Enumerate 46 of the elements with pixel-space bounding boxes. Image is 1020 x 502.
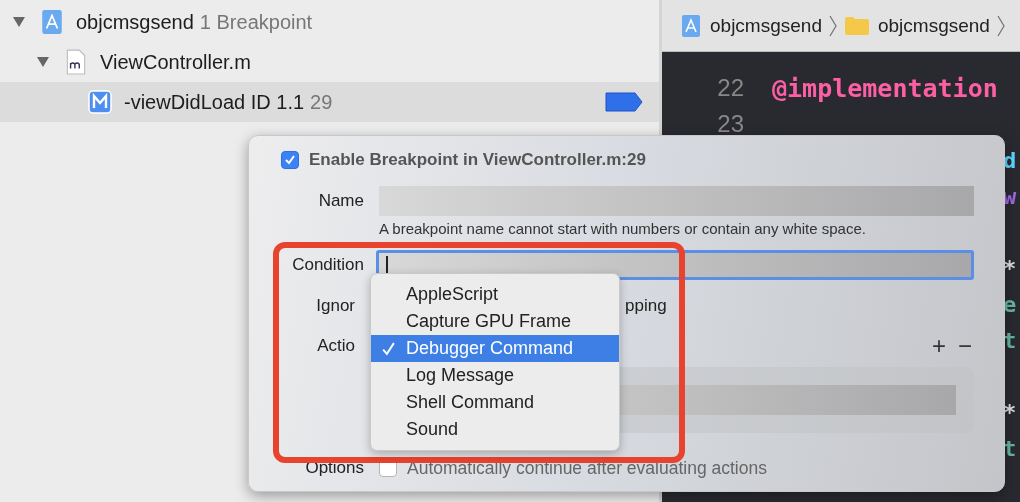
code-text: t xyxy=(1003,435,1017,461)
method-icon xyxy=(88,89,112,115)
ignore-text: pping xyxy=(625,296,667,316)
project-icon xyxy=(40,9,64,35)
field-label: Ignor xyxy=(315,296,356,316)
menu-item[interactable]: Capture GPU Frame xyxy=(371,308,619,335)
breadcrumb-item[interactable]: objcmsgsend xyxy=(877,14,990,37)
breakpoint-name: -viewDidLoad ID 1.1 xyxy=(124,90,305,114)
chevron-icon xyxy=(827,14,838,37)
line-number: 29 xyxy=(310,90,333,114)
field-label: Name xyxy=(317,191,365,211)
menu-item[interactable]: AppleScript xyxy=(371,281,619,308)
breakpoint-marker-icon[interactable] xyxy=(605,92,643,112)
condition-field[interactable] xyxy=(376,250,974,280)
code-text: * xyxy=(1003,255,1017,281)
menu-item[interactable]: Shell Command xyxy=(371,389,619,416)
code-text: @implementation xyxy=(772,73,998,103)
remove-button[interactable]: − xyxy=(956,332,974,360)
project-icon xyxy=(680,13,702,38)
enable-breakpoint-label: Enable Breakpoint in ViewController.m:29 xyxy=(309,150,646,170)
breakpoint-count: 1 Breakpoint xyxy=(199,10,313,34)
name-field[interactable] xyxy=(379,186,974,216)
breakpoint-row[interactable]: -viewDidLoad ID 1.1 29 xyxy=(0,82,659,122)
group-name: objcmsgsend xyxy=(76,10,194,34)
text-caret xyxy=(386,256,388,274)
menu-item[interactable]: Debugger Command xyxy=(371,335,619,362)
breadcrumb-item[interactable]: objcmsgsend xyxy=(710,14,822,37)
source-file-icon xyxy=(64,49,88,75)
hint-text: A breakpoint name cannot start with numbers or contain any white space. xyxy=(379,219,866,237)
field-label: Actio xyxy=(316,336,356,356)
menu-item[interactable]: Sound xyxy=(371,416,619,443)
code-text: t xyxy=(1003,327,1017,353)
checkbox-label: Automatically continue after evaluating actions xyxy=(407,457,767,479)
checkbox[interactable] xyxy=(281,151,299,169)
code-text: * xyxy=(1003,399,1017,425)
line-number: 23 xyxy=(716,110,744,138)
chevron-icon xyxy=(995,14,1006,37)
line-number: 22 xyxy=(716,74,744,102)
menu-item[interactable]: Log Message xyxy=(371,362,619,389)
checkmark-icon xyxy=(284,154,296,166)
field-label: Condition xyxy=(291,255,365,275)
group-name: ViewController.m xyxy=(100,50,251,74)
disclosure-triangle-icon[interactable] xyxy=(12,15,26,29)
add-button[interactable]: + xyxy=(929,332,948,360)
disclosure-triangle-icon[interactable] xyxy=(36,55,50,69)
checkmark-icon xyxy=(381,341,396,356)
